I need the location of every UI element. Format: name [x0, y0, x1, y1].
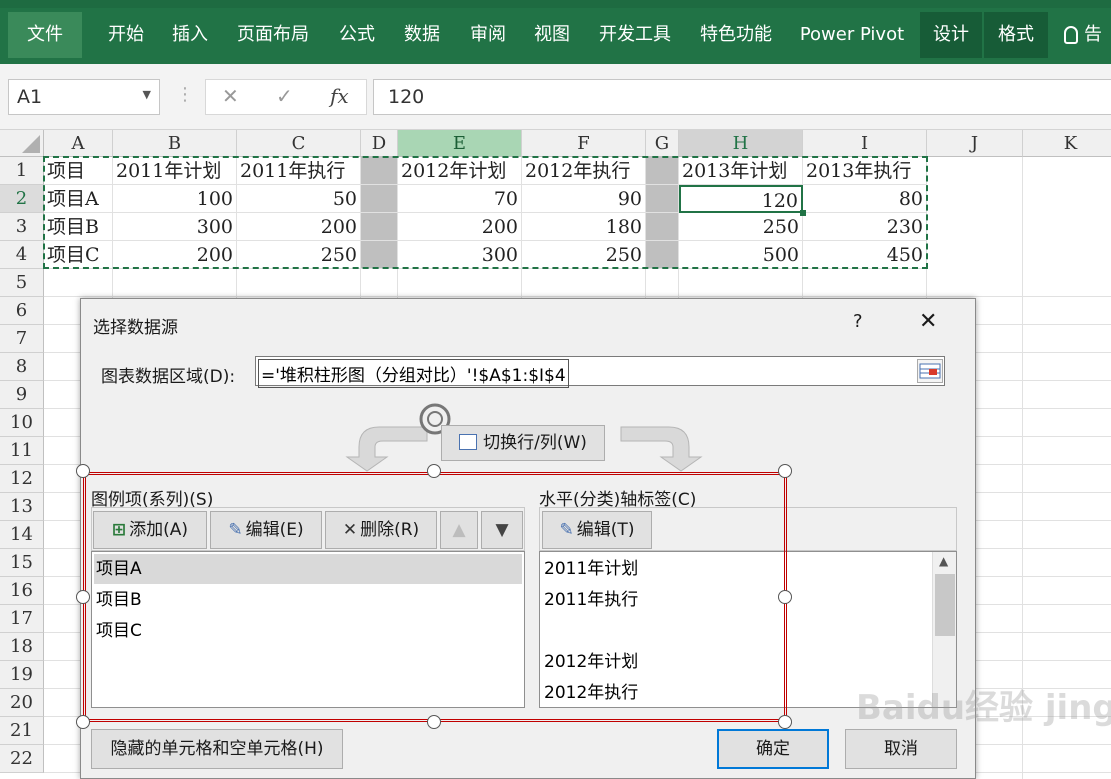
- tab-page-layout[interactable]: 页面布局: [226, 12, 320, 58]
- column-header-e[interactable]: E: [398, 130, 522, 157]
- formula-value: 120: [388, 86, 425, 108]
- row-header-9[interactable]: 9: [0, 381, 44, 409]
- tab-file[interactable]: 文件: [8, 12, 82, 58]
- chart-range-label: 图表数据区域(D):: [101, 367, 236, 387]
- resize-handle[interactable]: [76, 590, 90, 604]
- select-data-source-dialog: 选择数据源 ? ✕ 图表数据区域(D): ='堆积柱形图（分组对比）'!$A$1…: [76, 298, 976, 779]
- chart-range-value: ='堆积柱形图（分组对比）'!$A$1:$I$4: [258, 359, 569, 388]
- column-header-c[interactable]: C: [237, 130, 361, 157]
- row-header-15[interactable]: 15: [0, 549, 44, 577]
- column-header-i[interactable]: I: [803, 130, 927, 157]
- tab-insert[interactable]: 插入: [158, 12, 222, 58]
- tab-special-features[interactable]: 特色功能: [688, 12, 784, 58]
- column-header-b[interactable]: B: [113, 130, 237, 157]
- tab-power-pivot[interactable]: Power Pivot: [790, 12, 914, 58]
- row-header-16[interactable]: 16: [0, 577, 44, 605]
- watermark-text: Baidu经验 jingyan.baidu.com: [856, 688, 1111, 728]
- lightbulb-icon[interactable]: [1064, 26, 1078, 44]
- row-header-10[interactable]: 10: [0, 409, 44, 437]
- collapse-range-button[interactable]: [917, 359, 943, 383]
- row-header-6[interactable]: 6: [0, 297, 44, 325]
- row-header-3[interactable]: 3: [0, 213, 44, 241]
- row-header-20[interactable]: 20: [0, 689, 44, 717]
- resize-handle[interactable]: [76, 464, 90, 478]
- enter-check-icon[interactable]: ✓: [276, 84, 293, 108]
- scroll-up-icon[interactable]: ▲: [939, 554, 948, 568]
- column-header-g[interactable]: G: [646, 130, 679, 157]
- close-icon[interactable]: ✕: [919, 309, 937, 334]
- row-header-22[interactable]: 22: [0, 745, 44, 773]
- insert-function-icon[interactable]: fx: [330, 84, 349, 108]
- row-header-2[interactable]: 2: [0, 185, 44, 213]
- tab-home[interactable]: 开始: [94, 12, 158, 58]
- resize-handle[interactable]: [778, 715, 792, 729]
- row-header-8[interactable]: 8: [0, 353, 44, 381]
- ok-button[interactable]: 确定: [717, 729, 829, 769]
- tab-design[interactable]: 设计: [920, 12, 982, 58]
- column-header-j[interactable]: J: [927, 130, 1023, 157]
- column-letter-strip: [0, 0, 1111, 8]
- column-header-d[interactable]: D: [361, 130, 398, 157]
- row-header-21[interactable]: 21: [0, 717, 44, 745]
- row-header-19[interactable]: 19: [0, 661, 44, 689]
- tell-me-text[interactable]: 告: [1084, 12, 1111, 58]
- resize-handle[interactable]: [427, 715, 441, 729]
- help-icon[interactable]: ?: [853, 311, 863, 332]
- name-box[interactable]: A1 ▼: [8, 79, 160, 115]
- row-header-1[interactable]: 1: [0, 157, 44, 185]
- row-header-17[interactable]: 17: [0, 605, 44, 633]
- chevron-down-icon[interactable]: ▼: [143, 88, 151, 101]
- cancel-icon[interactable]: ✕: [222, 84, 239, 108]
- copy-range-marquee: [43, 156, 928, 269]
- column-header-f[interactable]: F: [522, 130, 646, 157]
- row-header-14[interactable]: 14: [0, 521, 44, 549]
- switch-button-label: 切换行/列(W): [483, 433, 587, 453]
- resize-handle[interactable]: [76, 715, 90, 729]
- panel-selection-frame: [83, 472, 787, 722]
- resize-handle[interactable]: [778, 464, 792, 478]
- watermark-logo: Baidu经验 jingyan.baidu.com: [856, 680, 1111, 750]
- name-box-value: A1: [17, 86, 43, 108]
- tab-format[interactable]: 格式: [984, 12, 1048, 58]
- resize-handle[interactable]: [778, 590, 792, 604]
- more-dots-icon: ⋮: [176, 84, 194, 105]
- fill-handle[interactable]: [800, 210, 806, 216]
- row-header-4[interactable]: 4: [0, 241, 44, 269]
- row-header-7[interactable]: 7: [0, 325, 44, 353]
- tab-view[interactable]: 视图: [520, 12, 584, 58]
- column-header-h[interactable]: H: [679, 130, 803, 157]
- column-header-a[interactable]: A: [44, 130, 113, 157]
- resize-handle[interactable]: [427, 464, 441, 478]
- tab-data[interactable]: 数据: [390, 12, 454, 58]
- formula-input[interactable]: 120: [373, 79, 1111, 115]
- row-header-12[interactable]: 12: [0, 465, 44, 493]
- row-header-18[interactable]: 18: [0, 633, 44, 661]
- tab-formulas[interactable]: 公式: [324, 12, 390, 58]
- hidden-empty-cells-button[interactable]: 隐藏的单元格和空单元格(H): [91, 729, 343, 769]
- column-header-k[interactable]: K: [1023, 130, 1111, 157]
- scrollbar-thumb[interactable]: [935, 574, 955, 636]
- ribbon: 文件 开始 插入 页面布局 公式 数据 审阅 视图 开发工具 特色功能 Powe…: [0, 0, 1111, 64]
- tab-developer[interactable]: 开发工具: [588, 12, 682, 58]
- row-header-13[interactable]: 13: [0, 493, 44, 521]
- row-header-11[interactable]: 11: [0, 437, 44, 465]
- chart-range-input[interactable]: ='堆积柱形图（分组对比）'!$A$1:$I$4: [255, 356, 945, 388]
- range-select-icon: [919, 363, 941, 379]
- switch-row-column-button[interactable]: 切换行/列(W): [441, 425, 605, 461]
- dialog-title: 选择数据源: [93, 318, 178, 338]
- switch-icon: [459, 434, 478, 450]
- gridline: [44, 296, 1111, 297]
- select-all-corner[interactable]: [0, 130, 44, 157]
- row-header-5[interactable]: 5: [0, 269, 44, 297]
- tab-review[interactable]: 审阅: [456, 12, 520, 58]
